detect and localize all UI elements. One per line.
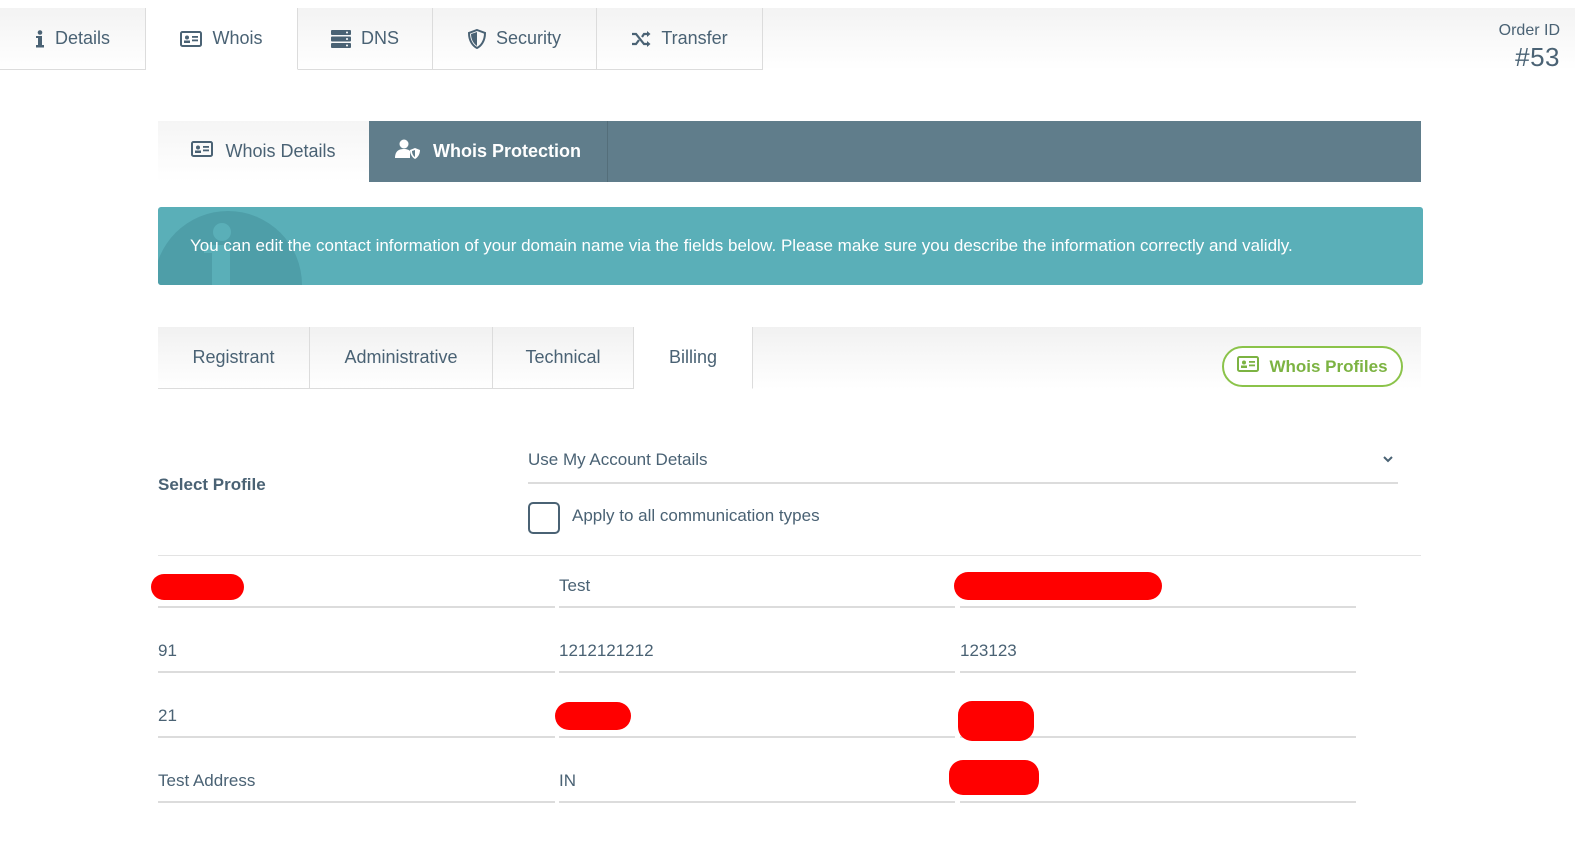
tab-administrative[interactable]: Administrative xyxy=(310,327,493,389)
whois-profiles-label: Whois Profiles xyxy=(1269,356,1388,376)
id-card-icon xyxy=(1237,356,1260,377)
field-value: 1212121212 xyxy=(559,641,654,660)
id-card-icon xyxy=(191,141,214,162)
tab-whois-protection[interactable]: Whois Protection xyxy=(369,121,608,182)
tab-security-label: Security xyxy=(495,28,562,48)
order-id-number: #53 xyxy=(1515,42,1560,72)
whois-tab-bar: Whois Details Whois Protection xyxy=(158,121,1421,182)
contact-field-phone[interactable]: 1212121212 xyxy=(559,631,955,673)
tab-details[interactable]: Details xyxy=(0,8,146,70)
redaction-mark xyxy=(949,760,1039,795)
apply-all-checkbox[interactable] xyxy=(528,502,560,534)
redaction-mark xyxy=(958,701,1034,741)
shield-icon xyxy=(467,28,486,49)
shuffle-icon xyxy=(631,30,651,47)
whois-profiles-button[interactable]: Whois Profiles xyxy=(1222,346,1403,387)
contact-field-country[interactable]: IN xyxy=(559,761,955,803)
tab-billing[interactable]: Billing xyxy=(634,327,753,389)
order-id-label: Order ID xyxy=(1498,22,1560,39)
profile-select[interactable]: Use My Account Details xyxy=(528,438,1398,484)
contact-field-state[interactable]: 21 xyxy=(158,696,555,738)
contact-field-zip[interactable]: 123123 xyxy=(960,631,1356,673)
contact-field-country-code[interactable]: 91 xyxy=(158,631,555,673)
tab-transfer[interactable]: Transfer xyxy=(597,8,763,70)
tab-whois-details[interactable]: Whois Details xyxy=(158,121,369,182)
tab-dns[interactable]: DNS xyxy=(298,8,433,70)
top-tab-bar: Details Whois DNS Security Transfer xyxy=(0,8,1575,70)
contact-field-surname[interactable]: Test xyxy=(559,566,955,608)
tab-transfer-label: Transfer xyxy=(661,28,728,48)
contact-field-address[interactable]: Test Address xyxy=(158,761,555,803)
info-banner: You can edit the contact information of … xyxy=(158,207,1423,285)
redaction-mark xyxy=(151,574,244,600)
id-card-icon xyxy=(180,30,203,47)
tab-security[interactable]: Security xyxy=(433,8,597,70)
order-info: Order ID #53 xyxy=(1499,22,1560,73)
redaction-mark xyxy=(954,572,1162,600)
tab-whois-details-label: Whois Details xyxy=(225,141,336,161)
info-banner-message: You can edit the contact information of … xyxy=(190,236,1293,255)
profile-select-value: Use My Account Details xyxy=(528,450,708,469)
tab-technical[interactable]: Technical xyxy=(493,327,634,389)
tab-dns-label: DNS xyxy=(360,28,399,48)
field-value: 123123 xyxy=(960,641,1017,660)
divider xyxy=(158,555,1421,556)
tab-details-label: Details xyxy=(54,28,111,48)
chevron-down-icon xyxy=(1382,450,1394,470)
tab-whois-protection-label: Whois Protection xyxy=(433,141,581,161)
tab-whois[interactable]: Whois xyxy=(146,8,298,70)
tab-registrant[interactable]: Registrant xyxy=(158,327,310,389)
info-icon xyxy=(35,29,45,48)
field-value: Test Address xyxy=(158,771,256,790)
field-value: Test xyxy=(559,576,591,595)
field-value: 21 xyxy=(158,706,177,725)
tab-whois-label: Whois xyxy=(212,28,263,48)
field-value: 91 xyxy=(158,641,177,660)
user-shield-icon xyxy=(395,139,421,164)
select-profile-label: Select Profile xyxy=(158,475,266,494)
redaction-mark xyxy=(555,702,631,730)
apply-all-label: Apply to all communication types xyxy=(572,506,820,525)
server-icon xyxy=(330,29,351,48)
field-value: IN xyxy=(559,771,576,790)
